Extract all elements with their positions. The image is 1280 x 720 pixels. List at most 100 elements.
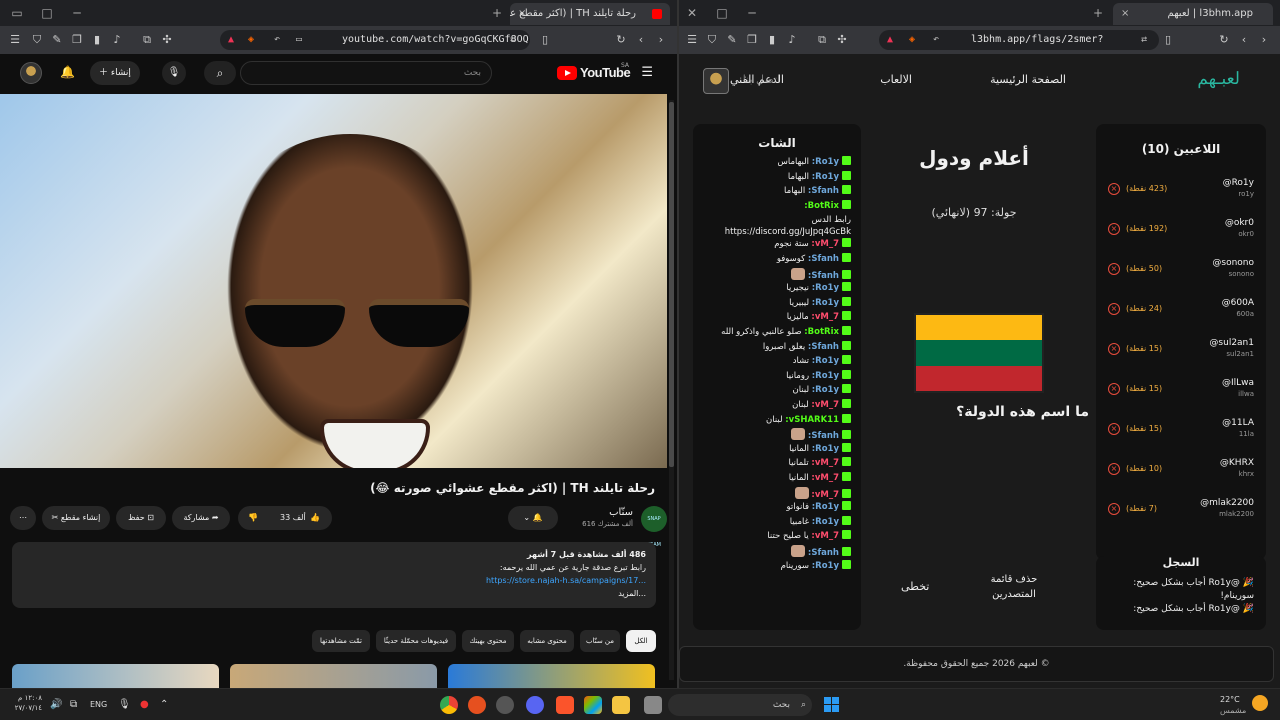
shield-icon[interactable]: ⛉	[705, 33, 719, 47]
new-tab-icon[interactable]: +	[488, 4, 506, 22]
related-video-thumbnail[interactable]	[230, 664, 437, 688]
tab-youtube[interactable]: × رحلة تايلند TH | (اكثر مقطع عشوا	[510, 3, 670, 25]
sidebar-icon[interactable]: ▮	[90, 33, 104, 47]
chat-username[interactable]: Ro1y:	[812, 444, 839, 454]
subscribe-button[interactable]: ⌄ 🔔	[508, 506, 558, 530]
chat-username[interactable]: Sfanh:	[808, 271, 839, 281]
layers-icon[interactable]: ❐	[745, 33, 759, 47]
chat-username[interactable]: Ro1y:	[812, 172, 839, 182]
window-close-icon[interactable]: ✕	[683, 4, 701, 22]
layers-icon[interactable]: ❐	[70, 33, 84, 47]
tune-icon[interactable]: ⇄	[510, 30, 516, 50]
chip-watched[interactable]: تمّت مشاهدتها	[312, 630, 370, 652]
music-icon[interactable]: ♪	[785, 33, 799, 47]
window-minimize-icon[interactable]: ─	[743, 4, 761, 22]
chrome-app-icon[interactable]	[440, 696, 458, 714]
screen-icon[interactable]: ▭	[296, 30, 302, 50]
chat-username[interactable]: Sfanh:	[808, 342, 839, 352]
nav-home[interactable]: الصفحة الرئيسية	[990, 73, 1066, 86]
chat-username[interactable]: Ro1y:	[812, 502, 839, 512]
remove-player-icon[interactable]: ×	[1108, 383, 1120, 395]
like-icon[interactable]: 👍	[310, 506, 320, 530]
chat-username[interactable]: BotRix:	[804, 327, 839, 337]
tray-chevron-icon[interactable]: ⌃	[160, 699, 168, 710]
nav-contact[interactable]: اتصل بنا	[743, 73, 780, 86]
related-video-thumbnail[interactable]	[12, 664, 219, 688]
page-scrollbar[interactable]	[669, 100, 674, 680]
tune-icon[interactable]: ⇄	[1141, 30, 1147, 50]
chat-username[interactable]: vM_7:	[811, 400, 839, 410]
chat-username[interactable]: vM_7:	[811, 312, 839, 322]
brave-shield-icon[interactable]: ◈	[248, 30, 254, 50]
chat-username[interactable]: Sfanh:	[808, 548, 839, 558]
chat-username[interactable]: vM_7:	[811, 531, 839, 541]
remove-player-icon[interactable]: ×	[1108, 223, 1120, 235]
back-icon[interactable]: ‹	[634, 33, 648, 47]
remove-player-icon[interactable]: ×	[1108, 303, 1120, 315]
chat-username[interactable]: Sfanh:	[808, 186, 839, 196]
file-explorer-icon[interactable]	[612, 696, 630, 714]
search-input[interactable]: بحث	[240, 61, 492, 85]
chip-recently-uploaded[interactable]: فيديوهات محمّلة حديثًا	[376, 630, 456, 652]
chat-username[interactable]: vM_7:	[811, 458, 839, 468]
chat-username[interactable]: vM_7:	[811, 239, 839, 249]
window-restore-icon[interactable]: □	[38, 4, 56, 22]
description-link[interactable]: https://store.najah-h.sa/campaigns/17...	[22, 574, 646, 587]
sidebar-icon[interactable]: ▮	[765, 33, 779, 47]
more-actions-icon[interactable]: ⋯	[10, 506, 36, 530]
chip-related[interactable]: محتوى مشابه	[520, 630, 574, 652]
discord-app-icon[interactable]	[526, 696, 544, 714]
brave-shield-icon[interactable]: ◈	[909, 30, 915, 50]
mic-icon[interactable]: 🎙	[118, 699, 131, 710]
chat-username[interactable]: vSHARK11:	[785, 415, 839, 425]
chat-username[interactable]: Ro1y:	[812, 385, 839, 395]
chat-username[interactable]: Ro1y:	[812, 356, 839, 366]
chat-username[interactable]: Ro1y:	[812, 561, 839, 571]
recording-icon[interactable]: ●	[140, 699, 149, 710]
video-description[interactable]: 486 ألف مشاهدة قبل 7 أشهر رابط تبرع صدقة…	[12, 542, 656, 608]
music-icon[interactable]: ♪	[110, 33, 124, 47]
show-more-link[interactable]: ...المزيد	[22, 587, 646, 600]
skip-button[interactable]: تخطى	[901, 580, 929, 593]
task-view-icon[interactable]	[644, 696, 662, 714]
reload-icon[interactable]: ↻	[1217, 33, 1231, 47]
chip-all[interactable]: الكل	[626, 630, 656, 652]
back-icon[interactable]: ‹	[1237, 33, 1251, 47]
reload-history-icon[interactable]: ↶	[933, 30, 939, 50]
tab-close-icon[interactable]: ×	[1121, 3, 1129, 25]
share-button[interactable]: مشاركة ➦	[172, 506, 230, 530]
save-button[interactable]: حفظ ⊡	[116, 506, 166, 530]
brush-icon[interactable]: ✎	[725, 33, 739, 47]
channel-avatar[interactable]: SNAP TEAM	[641, 506, 667, 548]
reload-history-icon[interactable]: ↶	[274, 30, 280, 50]
remove-player-icon[interactable]: ×	[1108, 463, 1120, 475]
channel-name[interactable]: سنّاب	[609, 507, 633, 518]
chat-username[interactable]: Sfanh:	[808, 254, 839, 264]
chat-username[interactable]: vM_7:	[811, 490, 839, 500]
related-video-thumbnail[interactable]	[448, 664, 655, 688]
search-icon[interactable]: ⌕	[204, 61, 236, 85]
screenshot-icon[interactable]: ⧉	[815, 33, 829, 47]
guide-menu-icon[interactable]: ☰	[641, 65, 653, 80]
remove-player-icon[interactable]: ×	[1108, 503, 1120, 515]
weather-widget[interactable]: 22°C مشمس	[1220, 694, 1246, 716]
tab-l3bhm[interactable]: × لعبهم | l3bhm.app	[1113, 3, 1273, 25]
chat-username[interactable]: Ro1y:	[812, 371, 839, 381]
window-restore-icon[interactable]: □	[713, 4, 731, 22]
chat-username[interactable]: Ro1y:	[812, 157, 839, 167]
window-minimize-icon[interactable]: ─	[68, 4, 86, 22]
chat-username[interactable]: Ro1y:	[812, 298, 839, 308]
video-player[interactable]	[0, 94, 667, 468]
reload-icon[interactable]: ↻	[614, 33, 628, 47]
forward-icon[interactable]: ›	[654, 33, 668, 47]
forward-icon[interactable]: ›	[1257, 33, 1271, 47]
extensions-icon[interactable]: ✣	[835, 33, 849, 47]
chat-username[interactable]: Ro1y:	[812, 517, 839, 527]
remove-player-icon[interactable]: ×	[1108, 343, 1120, 355]
voice-search-icon[interactable]: 🎙	[162, 61, 186, 85]
remove-player-icon[interactable]: ×	[1108, 423, 1120, 435]
language-indicator[interactable]: ENG	[90, 700, 107, 709]
chat-username[interactable]: Ro1y:	[812, 283, 839, 293]
steam-app-icon[interactable]	[496, 696, 514, 714]
menu-icon[interactable]: ☰	[8, 33, 22, 47]
